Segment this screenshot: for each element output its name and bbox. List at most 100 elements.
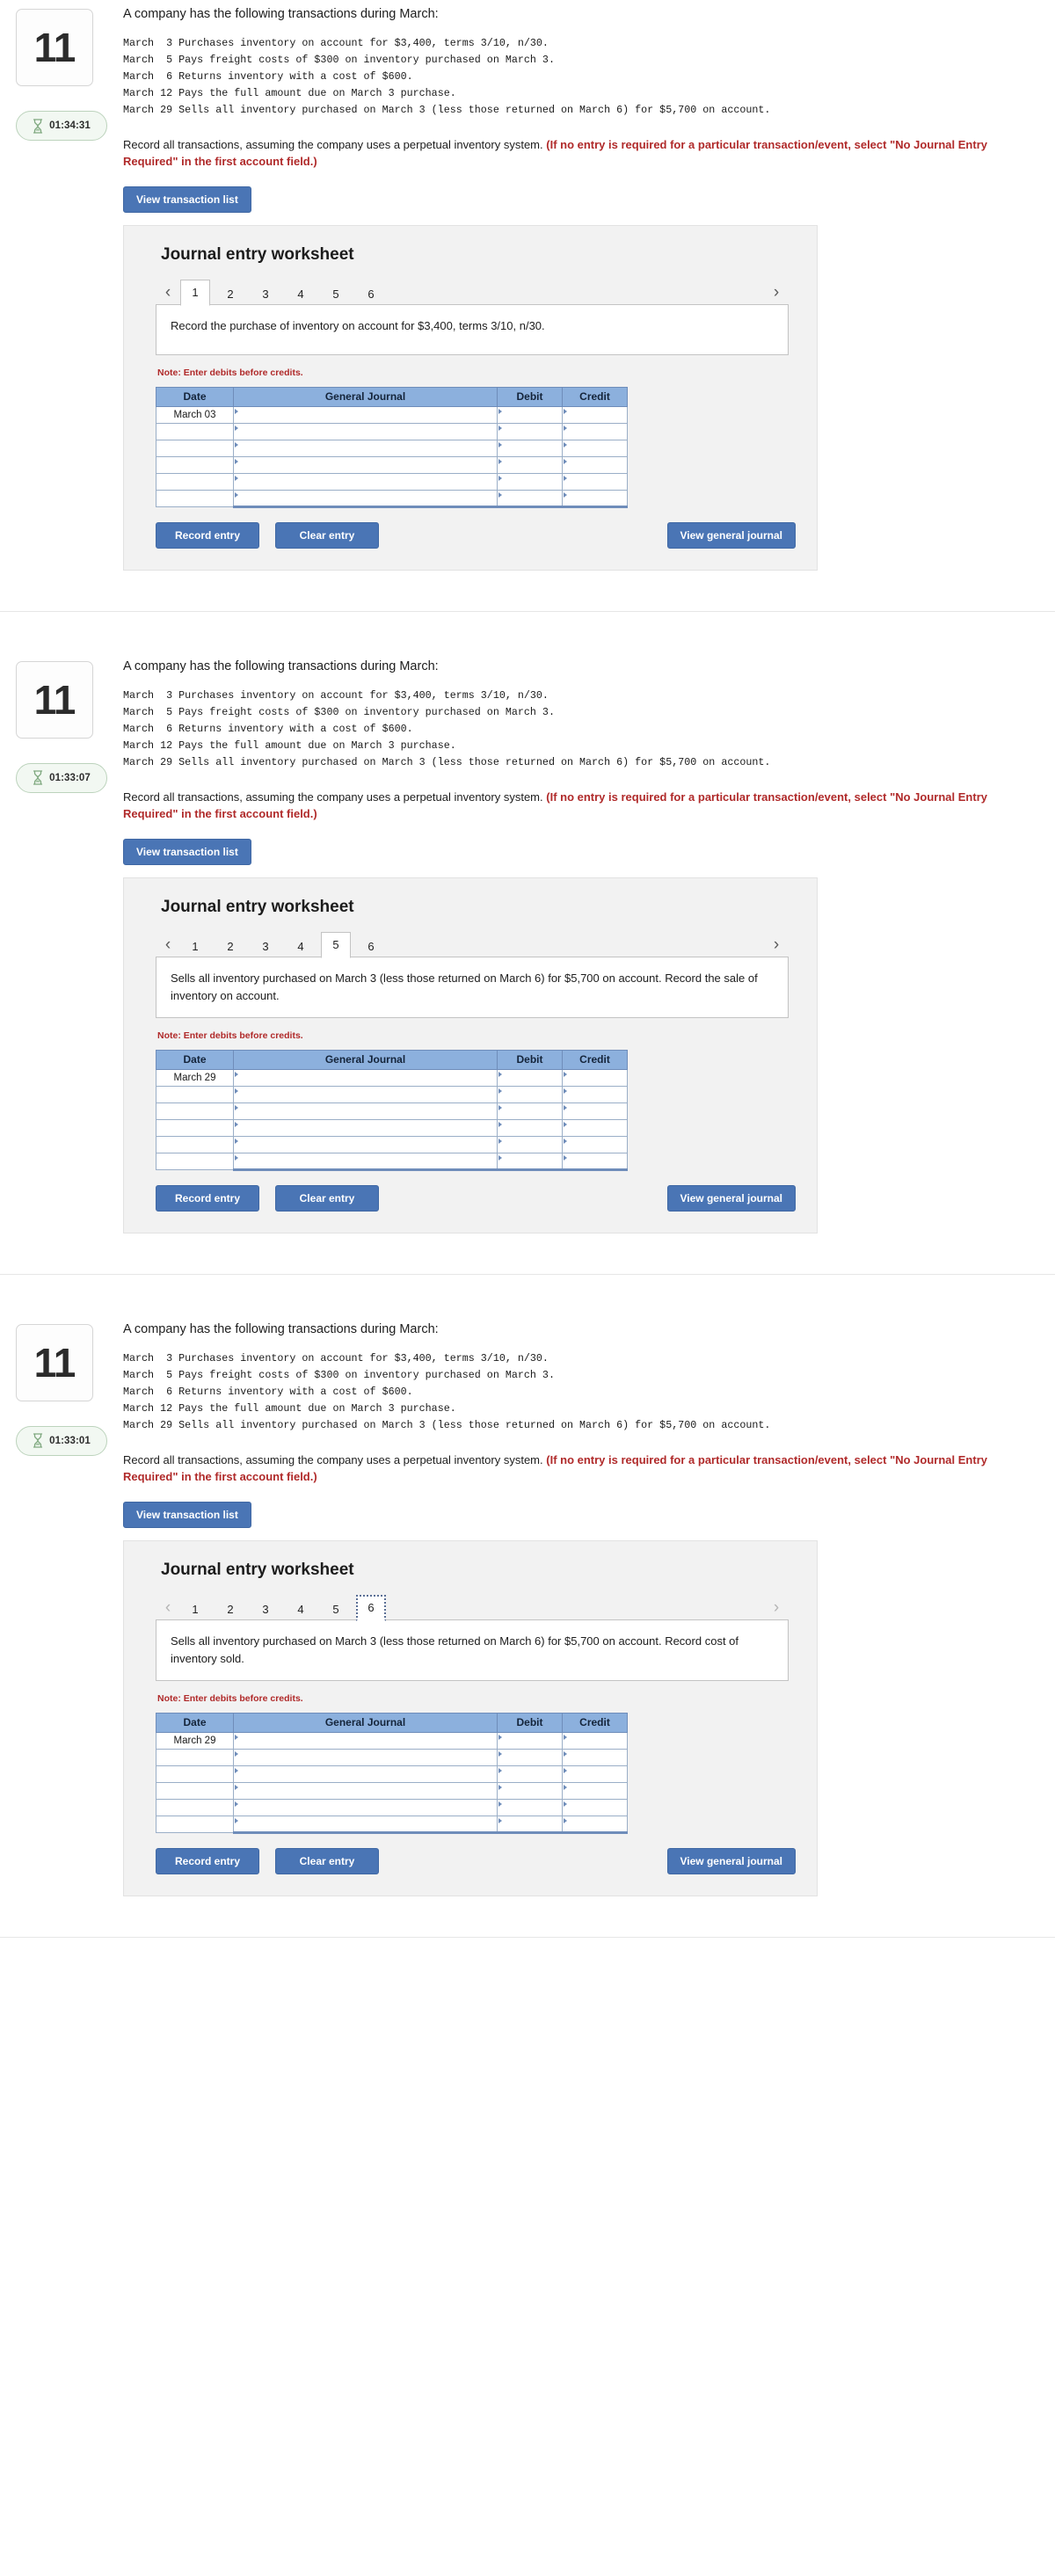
credit-amount-cell[interactable]: [562, 1798, 628, 1816]
journal-entry-row[interactable]: [156, 1781, 628, 1800]
credit-amount-cell[interactable]: [562, 1085, 628, 1103]
debit-amount-cell[interactable]: [497, 455, 563, 474]
journal-entry-row[interactable]: [156, 1798, 628, 1816]
worksheet-tab-5[interactable]: 5: [321, 1597, 351, 1621]
debit-amount-cell[interactable]: [497, 1102, 563, 1120]
prev-tab-arrow[interactable]: ‹: [156, 1599, 180, 1620]
credit-amount-cell[interactable]: [562, 1815, 628, 1834]
clear-entry-button[interactable]: Clear entry: [275, 1847, 379, 1874]
entry-date-cell[interactable]: [156, 1798, 234, 1816]
record-entry-button[interactable]: Record entry: [156, 1184, 259, 1212]
journal-entry-row[interactable]: [156, 1102, 628, 1120]
worksheet-tab-3[interactable]: 3: [251, 1597, 280, 1621]
credit-amount-cell[interactable]: [562, 455, 628, 474]
entry-date-cell[interactable]: [156, 439, 234, 457]
view-transaction-list-button[interactable]: View transaction list: [123, 838, 251, 865]
credit-amount-cell[interactable]: [562, 1102, 628, 1120]
entry-date-cell[interactable]: [156, 1118, 234, 1137]
worksheet-tab-6[interactable]: 6: [356, 934, 386, 958]
debit-amount-cell[interactable]: [497, 1085, 563, 1103]
worksheet-tab-2[interactable]: 2: [215, 934, 245, 958]
next-tab-arrow[interactable]: ›: [764, 284, 789, 305]
credit-amount-cell[interactable]: [562, 1781, 628, 1800]
journal-entry-row[interactable]: [156, 1085, 628, 1103]
journal-entry-row[interactable]: [156, 1815, 628, 1834]
journal-entry-row[interactable]: [156, 455, 628, 474]
prev-tab-arrow[interactable]: ‹: [156, 936, 180, 957]
credit-amount-cell[interactable]: [562, 472, 628, 491]
account-name-cell[interactable]: [233, 455, 498, 474]
credit-amount-cell[interactable]: [562, 1135, 628, 1153]
worksheet-tab-2[interactable]: 2: [215, 281, 245, 306]
debit-amount-cell[interactable]: [497, 1135, 563, 1153]
debit-amount-cell[interactable]: [497, 472, 563, 491]
debit-amount-cell[interactable]: [497, 1765, 563, 1783]
account-name-cell[interactable]: [233, 1135, 498, 1153]
account-name-cell[interactable]: [233, 439, 498, 457]
journal-entry-row[interactable]: [156, 1152, 628, 1171]
worksheet-tab-3[interactable]: 3: [251, 934, 280, 958]
account-name-cell[interactable]: [233, 489, 498, 508]
debit-amount-cell[interactable]: [497, 1798, 563, 1816]
entry-date-cell[interactable]: [156, 1781, 234, 1800]
journal-entry-row[interactable]: [156, 1765, 628, 1783]
account-name-cell[interactable]: [233, 1118, 498, 1137]
credit-amount-cell[interactable]: [562, 1068, 628, 1087]
entry-date-cell[interactable]: March 29: [156, 1068, 234, 1087]
entry-date-cell[interactable]: [156, 472, 234, 491]
credit-amount-cell[interactable]: [562, 1731, 628, 1750]
worksheet-tab-1[interactable]: 1: [180, 934, 210, 958]
view-transaction-list-button[interactable]: View transaction list: [123, 186, 251, 213]
worksheet-tab-4[interactable]: 4: [286, 934, 316, 958]
prev-tab-arrow[interactable]: ‹: [156, 284, 180, 305]
worksheet-tab-5[interactable]: 5: [321, 931, 351, 958]
view-transaction-list-button[interactable]: View transaction list: [123, 1501, 251, 1528]
worksheet-tab-6[interactable]: 6: [356, 281, 386, 306]
credit-amount-cell[interactable]: [562, 405, 628, 424]
debit-amount-cell[interactable]: [497, 405, 563, 424]
view-general-journal-button[interactable]: View general journal: [666, 1847, 796, 1874]
debit-amount-cell[interactable]: [497, 1731, 563, 1750]
worksheet-tab-4[interactable]: 4: [286, 281, 316, 306]
journal-entry-row[interactable]: [156, 439, 628, 457]
account-name-cell[interactable]: [233, 1085, 498, 1103]
journal-entry-row[interactable]: [156, 472, 628, 491]
entry-date-cell[interactable]: [156, 1102, 234, 1120]
debit-amount-cell[interactable]: [497, 1748, 563, 1766]
debit-amount-cell[interactable]: [497, 422, 563, 440]
credit-amount-cell[interactable]: [562, 1118, 628, 1137]
journal-entry-row[interactable]: [156, 422, 628, 440]
worksheet-tab-1[interactable]: 1: [180, 1597, 210, 1621]
entry-date-cell[interactable]: [156, 455, 234, 474]
entry-date-cell[interactable]: March 03: [156, 405, 234, 424]
debit-amount-cell[interactable]: [497, 1068, 563, 1087]
entry-date-cell[interactable]: [156, 1815, 234, 1833]
view-general-journal-button[interactable]: View general journal: [666, 1184, 796, 1212]
debit-amount-cell[interactable]: [497, 1781, 563, 1800]
clear-entry-button[interactable]: Clear entry: [275, 1184, 379, 1212]
journal-entry-row[interactable]: March 29: [156, 1068, 628, 1087]
journal-entry-row[interactable]: [156, 1748, 628, 1766]
worksheet-tab-4[interactable]: 4: [286, 1597, 316, 1621]
account-name-cell[interactable]: [233, 472, 498, 491]
credit-amount-cell[interactable]: [562, 1152, 628, 1171]
worksheet-tab-5[interactable]: 5: [321, 281, 351, 306]
account-name-cell[interactable]: [233, 1152, 498, 1171]
account-name-cell[interactable]: [233, 405, 498, 424]
worksheet-tab-1[interactable]: 1: [180, 279, 210, 306]
worksheet-tab-6[interactable]: 6: [356, 1594, 386, 1621]
entry-date-cell[interactable]: [156, 1748, 234, 1766]
account-name-cell[interactable]: [233, 1068, 498, 1087]
journal-entry-row[interactable]: March 03: [156, 405, 628, 424]
debit-amount-cell[interactable]: [497, 439, 563, 457]
entry-date-cell[interactable]: [156, 1135, 234, 1153]
view-general-journal-button[interactable]: View general journal: [666, 521, 796, 549]
entry-date-cell[interactable]: [156, 489, 234, 507]
entry-date-cell[interactable]: March 29: [156, 1731, 234, 1750]
credit-amount-cell[interactable]: [562, 489, 628, 508]
account-name-cell[interactable]: [233, 1102, 498, 1120]
next-tab-arrow[interactable]: ›: [764, 1599, 789, 1620]
account-name-cell[interactable]: [233, 1765, 498, 1783]
debit-amount-cell[interactable]: [497, 1152, 563, 1171]
entry-date-cell[interactable]: [156, 1152, 234, 1170]
